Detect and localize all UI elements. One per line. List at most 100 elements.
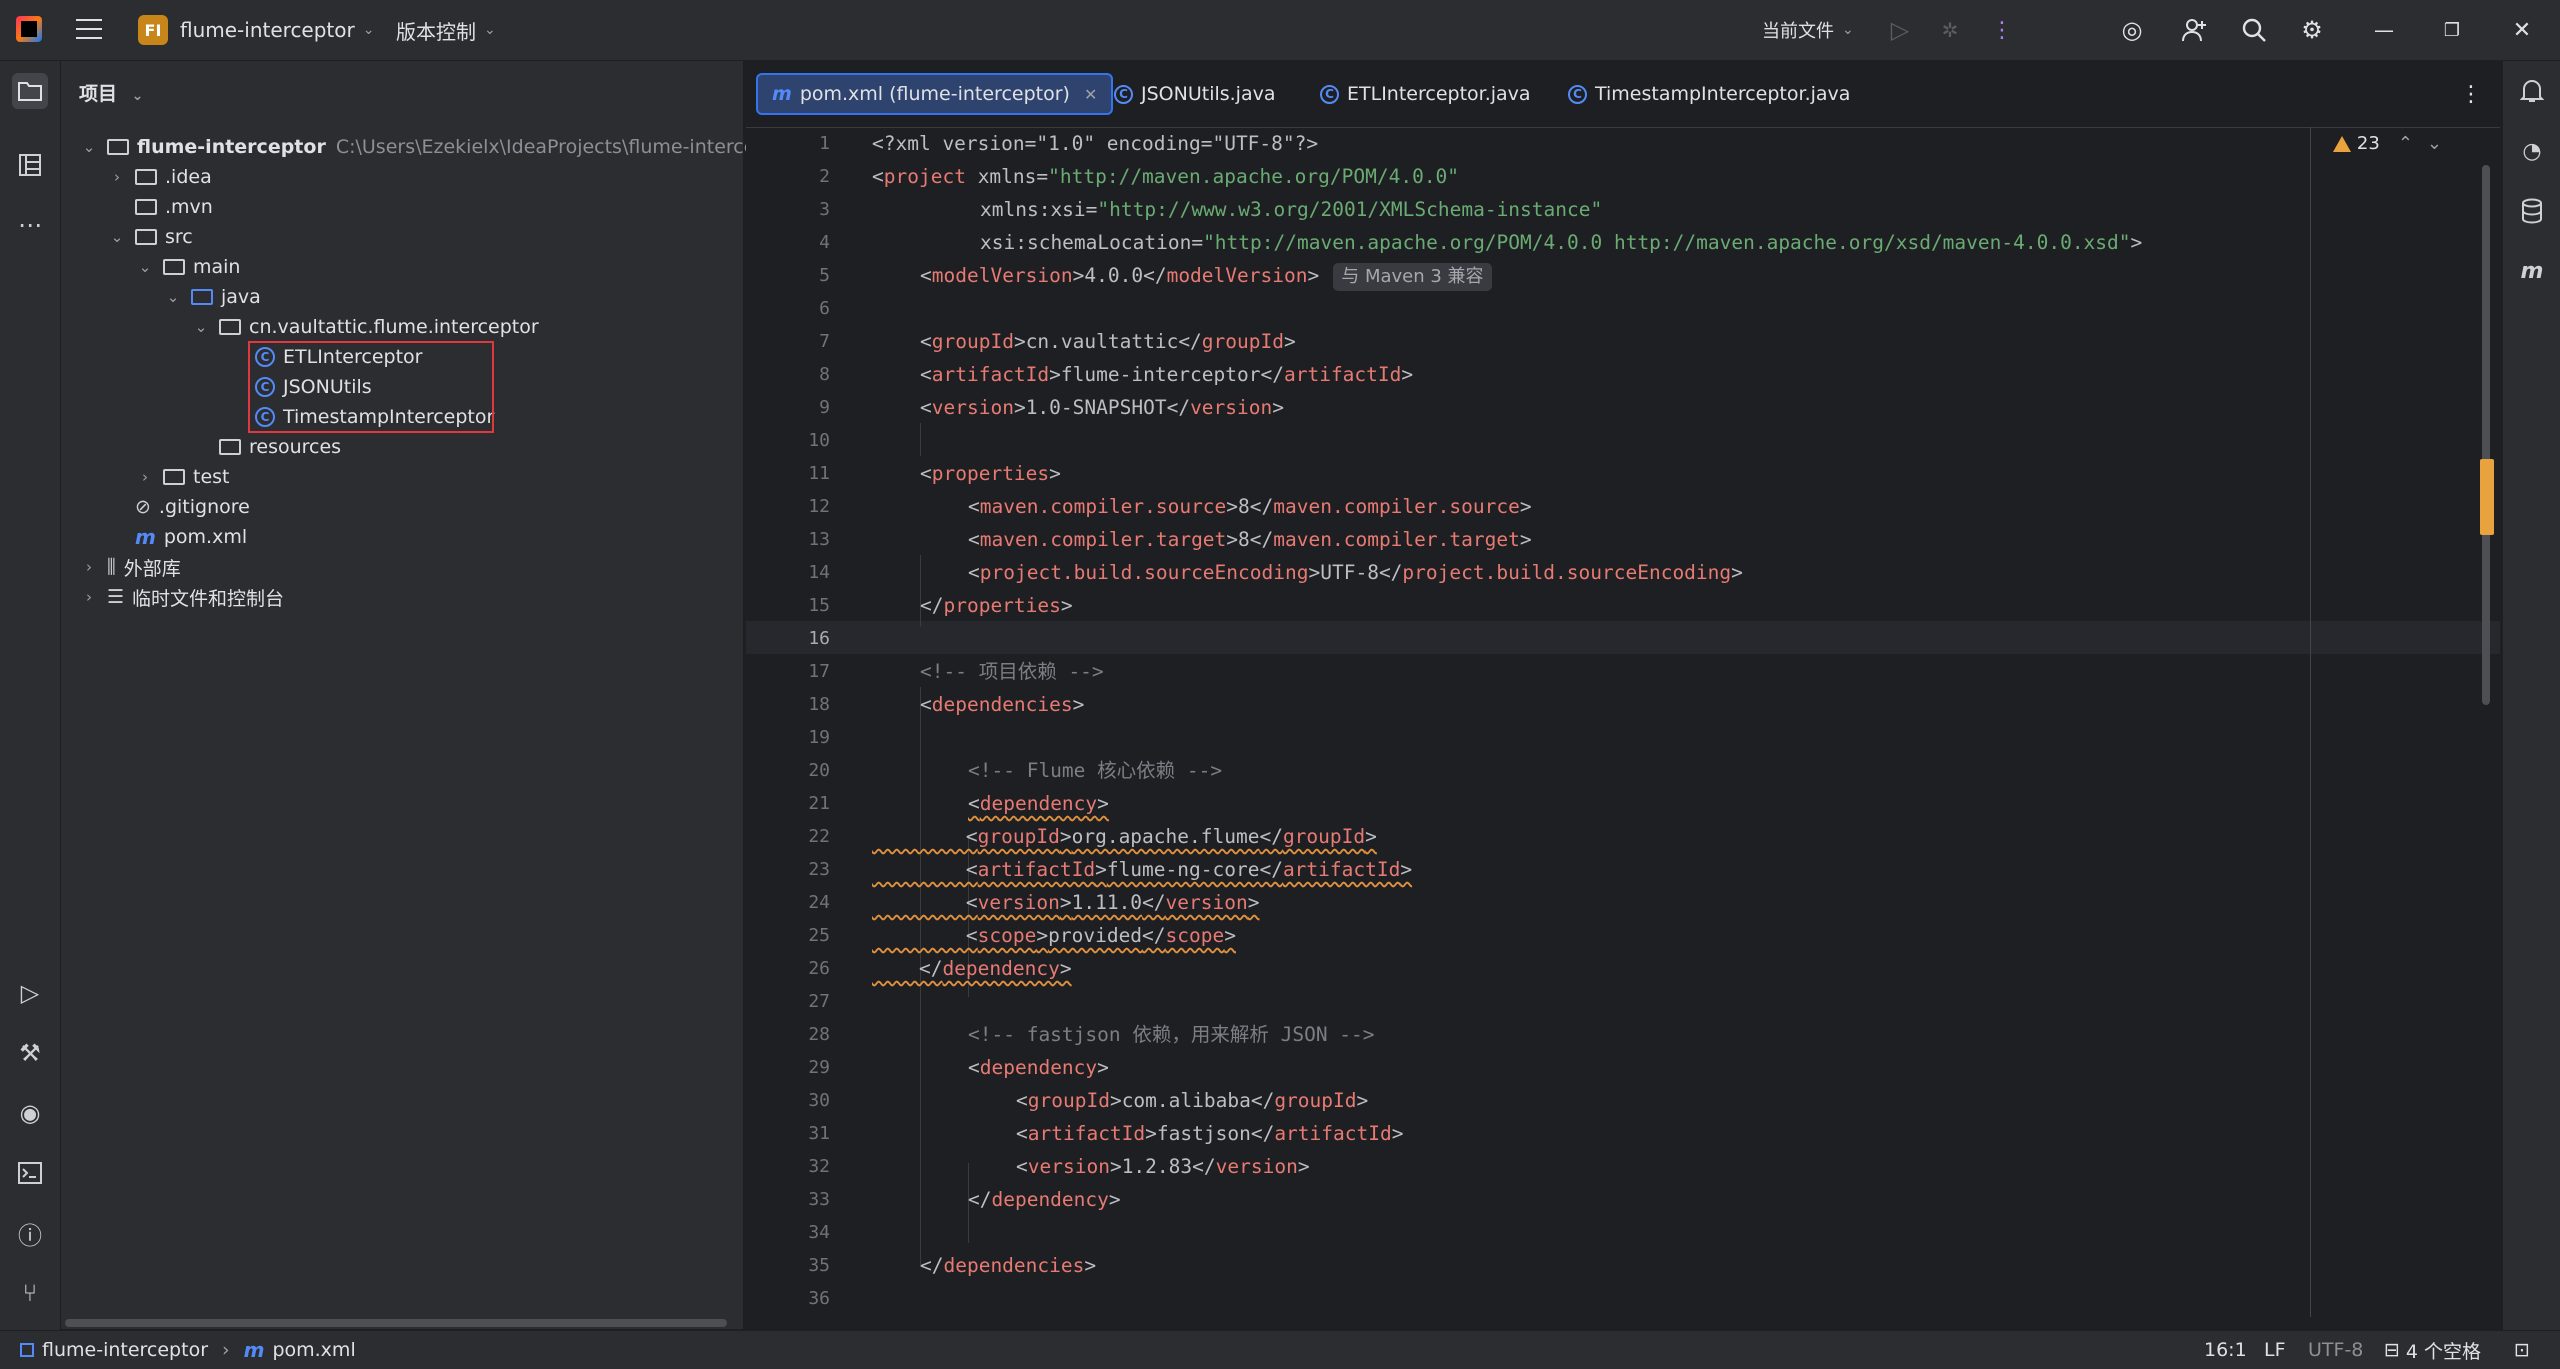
tree-item-external-libs[interactable]: › ⫼ 外部库 (79, 552, 181, 582)
resources-folder-icon (219, 439, 241, 455)
ai-chat-icon[interactable]: ◔ (2514, 133, 2550, 169)
code-line: <maven.compiler.target>8</maven.compiler… (968, 528, 1532, 551)
root-path: C:\Users\Ezekielx\IdeaProjects\flume-int… (335, 136, 795, 158)
vcs-menu[interactable]: 版本控制 ⌄ (396, 0, 496, 60)
tree-item-label: resources (249, 436, 342, 458)
warning-stripe-marker[interactable] (2480, 459, 2494, 535)
prev-highlight-icon[interactable]: ⌃ (2398, 133, 2413, 154)
tree-root[interactable]: ⌄ flume-interceptor C:\Users\Ezekielx\Id… (79, 132, 795, 162)
line-number: 10 (808, 430, 830, 451)
collapsed-arrow-icon[interactable]: › (79, 588, 99, 606)
tab-etlinterceptor[interactable]: C ETLInterceptor.java (1306, 73, 1545, 115)
run-config-label: 当前文件 (1762, 21, 1834, 42)
ai-assistant-icon[interactable]: ◎ (2116, 14, 2148, 46)
ignore-file-icon: ⊘ (135, 496, 151, 518)
line-number: 18 (808, 694, 830, 715)
line-separator[interactable]: LF (2264, 1331, 2286, 1369)
tree-item-idea[interactable]: › .idea (107, 162, 212, 192)
indent-guide (920, 423, 921, 456)
tree-item-test[interactable]: › test (135, 462, 230, 492)
line-number: 24 (808, 892, 830, 913)
tree-item-resources[interactable]: resources (219, 432, 341, 462)
settings-gear-icon[interactable]: ⚙ (2296, 14, 2328, 46)
project-selector[interactable]: FI flume-interceptor ⌄ (138, 0, 374, 60)
breadcrumb-file[interactable]: pom.xml (272, 1339, 355, 1361)
tree-item-package[interactable]: ⌄ cn.vaultattic.flume.interceptor (191, 312, 539, 342)
code-line: xmlns:xsi="http://www.w3.org/2001/XMLSch… (980, 198, 1603, 221)
line-number: 26 (808, 958, 830, 979)
more-vertical-icon[interactable]: ⋮ (1986, 14, 2018, 46)
collapsed-arrow-icon[interactable]: › (79, 558, 99, 576)
code-line: </dependency> (872, 957, 1072, 980)
tab-pom-xml[interactable]: m pom.xml (flume-interceptor) ✕ (756, 73, 1114, 115)
maven-compat-hint[interactable]: 与 Maven 3 兼容 (1333, 263, 1492, 291)
tabs-more-icon[interactable]: ⋮ (2446, 73, 2496, 115)
git-tool-icon[interactable]: ⑂ (12, 1275, 48, 1311)
line-number: 12 (808, 496, 830, 517)
file-encoding[interactable]: UTF-8 (2308, 1331, 2363, 1369)
next-highlight-icon[interactable]: ⌄ (2427, 133, 2442, 154)
run-tool-icon[interactable]: ▷ (12, 975, 48, 1011)
tree-item-label: 外部库 (123, 557, 181, 580)
tree-item-mvn[interactable]: .mvn (107, 192, 213, 222)
run-icon[interactable]: ▷ (1884, 14, 1916, 46)
tree-item-label: .gitignore (158, 496, 250, 518)
collapsed-arrow-icon[interactable]: › (135, 468, 155, 486)
add-user-icon[interactable] (2178, 14, 2210, 46)
caret-position[interactable]: 16:1 (2204, 1331, 2247, 1369)
vertical-scrollbar[interactable] (2482, 165, 2490, 705)
line-number: 9 (819, 397, 830, 418)
restore-icon[interactable]: ❐ (2436, 14, 2468, 46)
code-line: <dependency> (968, 792, 1109, 815)
problems-tool-icon[interactable]: ⓘ (12, 1215, 48, 1251)
close-tab-icon[interactable]: ✕ (1084, 85, 1097, 104)
project-panel-header[interactable]: 项目 ⌄ (79, 79, 143, 106)
minimize-icon[interactable]: — (2368, 14, 2400, 46)
tree-item-label: main (193, 256, 241, 278)
expanded-arrow-icon[interactable]: ⌄ (163, 288, 183, 306)
notifications-bell-icon[interactable] (2514, 73, 2550, 109)
tree-item-scratches[interactable]: › ☰ 临时文件和控制台 (79, 582, 284, 612)
line-number: 32 (808, 1156, 830, 1177)
main-menu-icon[interactable] (76, 19, 102, 41)
expanded-arrow-icon[interactable]: ⌄ (135, 258, 155, 276)
build-tool-icon[interactable]: ⚒ (12, 1035, 48, 1071)
tree-item-java[interactable]: ⌄ java (163, 282, 261, 312)
horizontal-scrollbar[interactable] (65, 1319, 727, 1327)
services-tool-icon[interactable]: ◉ (12, 1095, 48, 1131)
code-line: xsi:schemaLocation="http://maven.apache.… (980, 231, 2143, 254)
terminal-tool-icon[interactable] (12, 1155, 48, 1191)
folder-icon (163, 259, 185, 275)
line-number: 15 (808, 595, 830, 616)
read-only-lock-icon[interactable]: ⊡ (2514, 1331, 2530, 1369)
inspection-widget[interactable]: 23 ⌃ ⌄ (2332, 133, 2442, 154)
library-icon: ⫼ (107, 556, 116, 578)
maven-tool-icon[interactable]: m (2514, 253, 2550, 289)
tab-timestampinterceptor[interactable]: C TimestampInterceptor.java (1554, 73, 1864, 115)
line-number: 16 (808, 628, 830, 649)
tree-item-gitignore[interactable]: ⊘ .gitignore (135, 492, 250, 522)
line-number: 31 (808, 1123, 830, 1144)
tab-jsonutils[interactable]: C JSONUtils.java (1100, 73, 1290, 115)
indent-setting[interactable]: ⊟ 4 个空格 (2384, 1331, 2481, 1369)
close-icon[interactable]: ✕ (2506, 14, 2538, 46)
line-number: 4 (819, 232, 830, 253)
debug-icon[interactable]: ✲ (1934, 14, 1966, 46)
expanded-arrow-icon[interactable]: ⌄ (191, 318, 211, 336)
project-tool-icon[interactable] (12, 73, 48, 109)
expanded-arrow-icon[interactable]: ⌄ (79, 138, 99, 156)
more-tools-icon[interactable]: ⋯ (12, 207, 48, 243)
run-config-selector[interactable]: 当前文件 ⌄ (1762, 0, 1854, 60)
collapsed-arrow-icon[interactable]: › (107, 168, 127, 186)
code-line: <project xmlns="http://maven.apache.org/… (872, 165, 1460, 188)
line-number: 7 (819, 331, 830, 352)
expanded-arrow-icon[interactable]: ⌄ (107, 228, 127, 246)
breadcrumb-project[interactable]: flume-interceptor (42, 1339, 208, 1361)
chevron-down-icon: ⌄ (362, 22, 375, 38)
tree-item-pom[interactable]: m pom.xml (135, 522, 247, 552)
search-icon[interactable] (2238, 14, 2270, 46)
tree-item-main[interactable]: ⌄ main (135, 252, 241, 282)
database-icon[interactable] (2514, 193, 2550, 229)
structure-tool-icon[interactable] (12, 147, 48, 183)
tree-item-src[interactable]: ⌄ src (107, 222, 193, 252)
